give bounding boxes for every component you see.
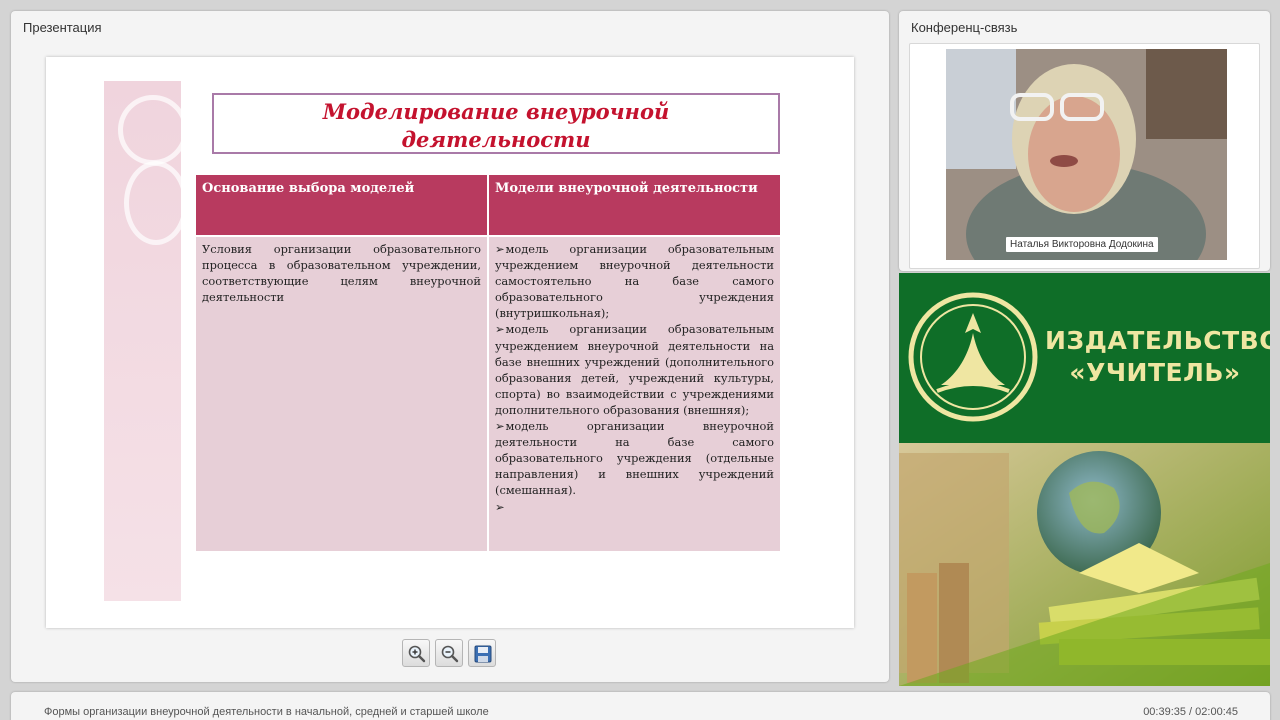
webinar-title: Формы организации внеурочной деятельност…	[44, 706, 489, 718]
table-cell-basis: Условия организации образовательного про…	[196, 237, 487, 551]
slide-title: Моделирование внеурочной деятельности	[322, 99, 670, 152]
list-item: ➢модель организации внеурочной деятельно…	[495, 419, 774, 498]
presentation-panel-title: Презентация	[23, 20, 102, 35]
table-cell-models: ➢модель организации образовательным учре…	[489, 237, 780, 551]
slide: Моделирование внеурочной деятельности Ос…	[46, 57, 854, 628]
slide-table: Основание выбора моделей Модели внеурочн…	[196, 175, 780, 551]
zoom-out-button[interactable]	[435, 639, 463, 667]
banner-photo	[899, 443, 1270, 686]
footer-bar: Формы организации внеурочной деятельност…	[11, 692, 1270, 720]
table-header-models: Модели внеурочной деятельности	[489, 175, 780, 235]
conference-panel: Конференц-связь Наталья Викторовна Додок…	[899, 11, 1270, 271]
publisher-logo-icon	[908, 292, 1038, 422]
save-button[interactable]	[468, 639, 496, 667]
playback-time: 00:39:35 / 02:00:45	[1143, 706, 1238, 718]
zoom-out-icon	[441, 645, 459, 663]
slide-decor-strip	[104, 81, 188, 601]
table-header-basis: Основание выбора моделей	[196, 175, 487, 235]
save-icon	[474, 645, 492, 663]
conference-panel-title: Конференц-связь	[911, 20, 1018, 35]
slide-title-box: Моделирование внеурочной деятельности	[212, 93, 780, 154]
list-item: ➢модель организации образовательным учре…	[495, 322, 774, 417]
speaker-video: Наталья Викторовна Додокина	[946, 49, 1227, 260]
publisher-banner: ИЗДАТЕЛЬСТВО «УЧИТЕЛЬ»	[899, 273, 1270, 686]
banner-text: ИЗДАТЕЛЬСТВО «УЧИТЕЛЬ»	[1045, 326, 1270, 387]
speaker-name-badge: Наталья Викторовна Додокина	[1006, 237, 1158, 252]
video-frame: Наталья Викторовна Додокина	[909, 43, 1260, 269]
zoom-in-button[interactable]	[402, 639, 430, 667]
presentation-panel: Презентация Моделирование внеурочной дея…	[11, 11, 889, 682]
list-item: ➢модель организации образовательным учре…	[495, 242, 774, 321]
banner-top: ИЗДАТЕЛЬСТВО «УЧИТЕЛЬ»	[899, 273, 1270, 443]
zoom-in-icon	[408, 645, 426, 663]
list-item: ➢	[495, 499, 505, 514]
